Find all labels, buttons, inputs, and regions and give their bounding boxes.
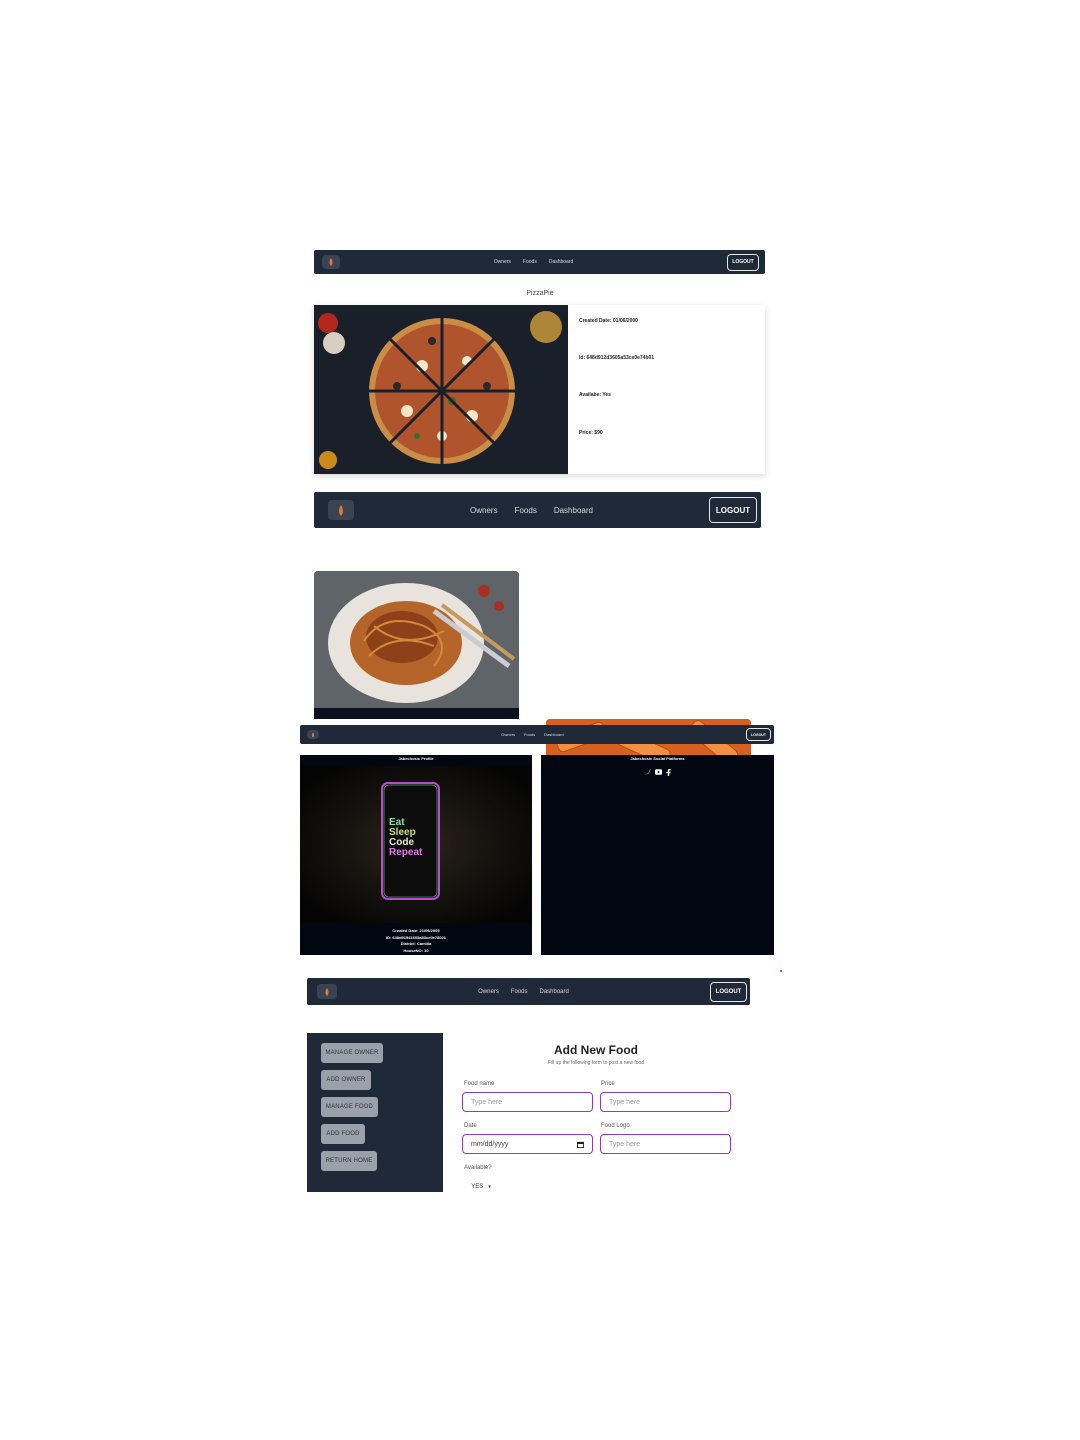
logo-icon[interactable] bbox=[307, 730, 319, 739]
nav-link-foods[interactable]: Foods bbox=[515, 506, 537, 515]
profile-house: HouseNO: 10 bbox=[403, 947, 429, 953]
food-id: Id: 648d912d3605a53ce0e74b01 bbox=[579, 355, 655, 361]
calendar-icon[interactable] bbox=[577, 1141, 584, 1148]
availability: Availabe: Yes bbox=[579, 392, 611, 398]
nav-link-foods[interactable]: Foods bbox=[524, 732, 535, 737]
social-title: Jabechosic Social Platforms bbox=[630, 756, 685, 761]
profile-image: Eat Sleep Code Repeat bbox=[300, 766, 532, 923]
nav-link-dashboard[interactable]: Dashboard bbox=[549, 259, 573, 265]
form-subtitle: Fill up the following form to post a new… bbox=[547, 1060, 645, 1066]
navbar-3: Owners Foods Dashboard LOGOUT bbox=[300, 725, 774, 744]
price-input[interactable]: Type here bbox=[600, 1092, 731, 1112]
nav-link-owners[interactable]: Owners bbox=[470, 506, 498, 515]
logo-icon[interactable] bbox=[317, 984, 337, 999]
facebook-icon[interactable] bbox=[666, 769, 671, 776]
food-name-label: Food name bbox=[464, 1081, 495, 1087]
date-placeholder: mm/dd/yyyy bbox=[471, 1140, 509, 1148]
navbar-4: Owners Foods Dashboard LOGOUT bbox=[307, 978, 750, 1005]
logout-button[interactable]: LOGOUT bbox=[745, 728, 771, 741]
sidebar-item-add-food[interactable]: ADD FOOD bbox=[321, 1124, 365, 1144]
form-title: Add New Food bbox=[554, 1043, 638, 1057]
nav-link-owners[interactable]: Owners bbox=[494, 259, 511, 265]
pizza-image bbox=[314, 305, 568, 474]
red-dot bbox=[780, 970, 782, 972]
nav-link-owners[interactable]: Owners bbox=[501, 732, 515, 737]
logo-icon[interactable] bbox=[322, 255, 340, 269]
food-card: Created Date: 01/06/2000 Id: 648d912d360… bbox=[314, 305, 765, 474]
available-value: YES bbox=[471, 1183, 484, 1190]
logout-button[interactable]: LOGOUT bbox=[710, 981, 747, 1002]
social-panel: Jabechosic Social Platforms bbox=[541, 755, 774, 955]
available-select[interactable]: YES ▾ bbox=[464, 1180, 498, 1193]
profile-panel: Jabechosic Profile Eat Sleep Code Repeat… bbox=[300, 755, 532, 955]
dashboard-sidebar: MANAGE OWNER ADD OWNER MANAGE FOOD ADD F… bbox=[307, 1033, 443, 1192]
spaghetti-image[interactable] bbox=[314, 571, 519, 719]
nav-link-dashboard[interactable]: Dashboard bbox=[554, 506, 593, 515]
navbar-1: Owners Foods Dashboard LOGOUT bbox=[314, 250, 765, 274]
created-date: Created Date: 01/06/2000 bbox=[579, 318, 638, 324]
nav-link-dashboard[interactable]: Dashboard bbox=[544, 732, 564, 737]
youtube-icon[interactable] bbox=[655, 769, 662, 775]
food-logo-label: Food Logo bbox=[601, 1123, 630, 1129]
phone-text: Eat Sleep Code Repeat bbox=[389, 817, 423, 858]
sidebar-item-add-owner[interactable]: ADD OWNER bbox=[321, 1070, 371, 1090]
date-label: Date bbox=[464, 1123, 477, 1129]
date-input[interactable]: mm/dd/yyyy bbox=[462, 1134, 593, 1154]
navbar-2: Owners Foods Dashboard LOGOUT bbox=[314, 492, 761, 528]
price-label: Price bbox=[601, 1081, 615, 1087]
sidebar-item-manage-owner[interactable]: MANAGE OWNER bbox=[321, 1043, 383, 1063]
profile-title: Jabechosic Profile bbox=[398, 756, 434, 761]
available-label: Available? bbox=[464, 1165, 492, 1171]
nav-link-owners[interactable]: Owners bbox=[478, 989, 499, 995]
food-title: PizzaPie bbox=[526, 290, 554, 297]
food-name-input[interactable]: Type here bbox=[462, 1092, 593, 1112]
logo-icon[interactable] bbox=[328, 500, 354, 520]
twitter-icon[interactable] bbox=[644, 769, 651, 775]
sidebar-item-return-home[interactable]: RETURN HOME bbox=[321, 1151, 377, 1171]
food-logo-input[interactable]: Type here bbox=[600, 1134, 731, 1154]
logout-button[interactable]: LOGOUT bbox=[709, 497, 757, 523]
logout-button[interactable]: LOGOUT bbox=[726, 253, 759, 271]
price: Price: $90 bbox=[579, 430, 603, 436]
nav-link-dashboard[interactable]: Dashboard bbox=[540, 989, 569, 995]
sidebar-item-manage-food[interactable]: MANAGE FOOD bbox=[321, 1097, 378, 1117]
nav-link-foods[interactable]: Foods bbox=[523, 259, 537, 265]
chevron-down-icon: ▾ bbox=[488, 1183, 491, 1190]
nav-link-foods[interactable]: Foods bbox=[511, 989, 528, 995]
